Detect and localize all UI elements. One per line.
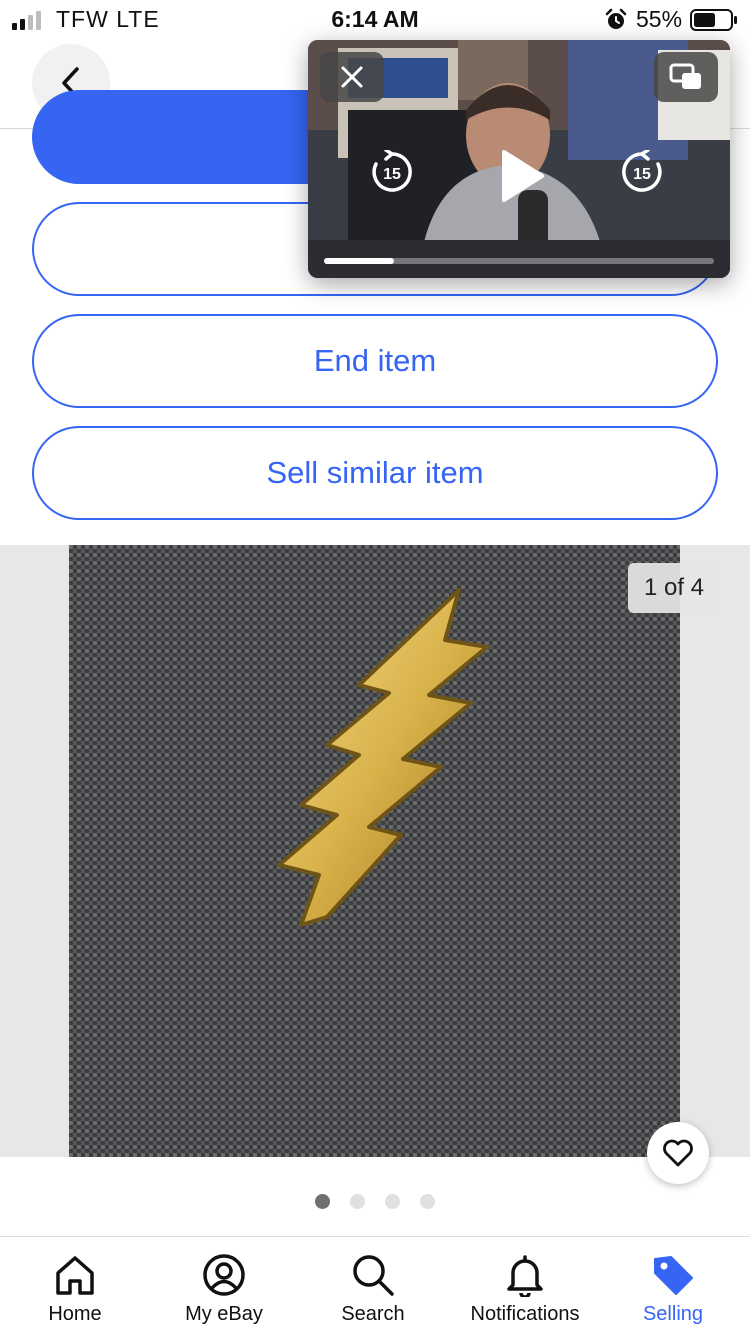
end-item-button[interactable]: End item	[32, 314, 718, 408]
pip-close-button[interactable]	[320, 52, 384, 102]
sell-similar-item-button[interactable]: Sell similar item	[32, 426, 718, 520]
photo-counter-badge: 1 of 4	[628, 563, 720, 613]
pagination-dot[interactable]	[350, 1194, 365, 1209]
item-photo-gallery[interactable]: 1 of 4	[0, 545, 750, 1157]
skip-back-15-icon[interactable]: 15	[370, 150, 414, 194]
pagination-dot[interactable]	[420, 1194, 435, 1209]
search-icon	[353, 1255, 394, 1296]
user-circle-icon	[203, 1254, 245, 1296]
bottom-tab-bar: Home My eBay Search Notifications Sellin…	[0, 1236, 750, 1335]
tab-notifications-label: Notifications	[470, 1303, 580, 1325]
tab-home-label: Home	[48, 1303, 102, 1325]
picture-in-picture-icon	[669, 63, 701, 89]
alarm-icon	[605, 8, 627, 29]
sell-similar-item-label: Sell similar item	[266, 455, 484, 490]
tab-selling-label: Selling	[642, 1303, 704, 1325]
pip-expand-button[interactable]	[654, 52, 718, 102]
skip-forward-15-icon[interactable]: 15	[620, 150, 664, 194]
tab-search[interactable]: Search	[298, 1237, 448, 1335]
tab-selling[interactable]: Selling	[598, 1237, 748, 1335]
bell-icon	[507, 1255, 543, 1297]
play-icon[interactable]	[496, 148, 546, 204]
home-icon	[56, 1256, 94, 1295]
tab-home[interactable]: Home	[0, 1237, 150, 1335]
heart-icon	[663, 1139, 693, 1167]
video-progress-bar[interactable]	[324, 258, 714, 264]
item-photo	[69, 545, 680, 1157]
watch-favorite-button[interactable]	[647, 1122, 709, 1184]
battery-percentage: 55%	[636, 6, 683, 32]
tab-my-ebay[interactable]: My eBay	[149, 1237, 299, 1335]
pagination-dot[interactable]	[385, 1194, 400, 1209]
status-bar: TFW LTE 6:14 AM 55%	[0, 0, 750, 40]
video-progress-fill	[324, 258, 395, 264]
pagination-dot[interactable]	[315, 1194, 330, 1209]
photo-pagination-dots	[0, 1194, 750, 1210]
tab-notifications[interactable]: Notifications	[450, 1237, 600, 1335]
battery-icon	[690, 9, 737, 31]
end-item-label: End item	[313, 343, 437, 378]
tab-search-label: Search	[341, 1303, 405, 1325]
picture-in-picture-video[interactable]: 15 15	[308, 40, 730, 278]
svg-text:15: 15	[633, 166, 651, 183]
svg-text:15: 15	[383, 166, 401, 183]
tab-my-ebay-label: My eBay	[185, 1303, 263, 1325]
close-icon	[341, 66, 363, 88]
tag-icon	[654, 1256, 693, 1295]
